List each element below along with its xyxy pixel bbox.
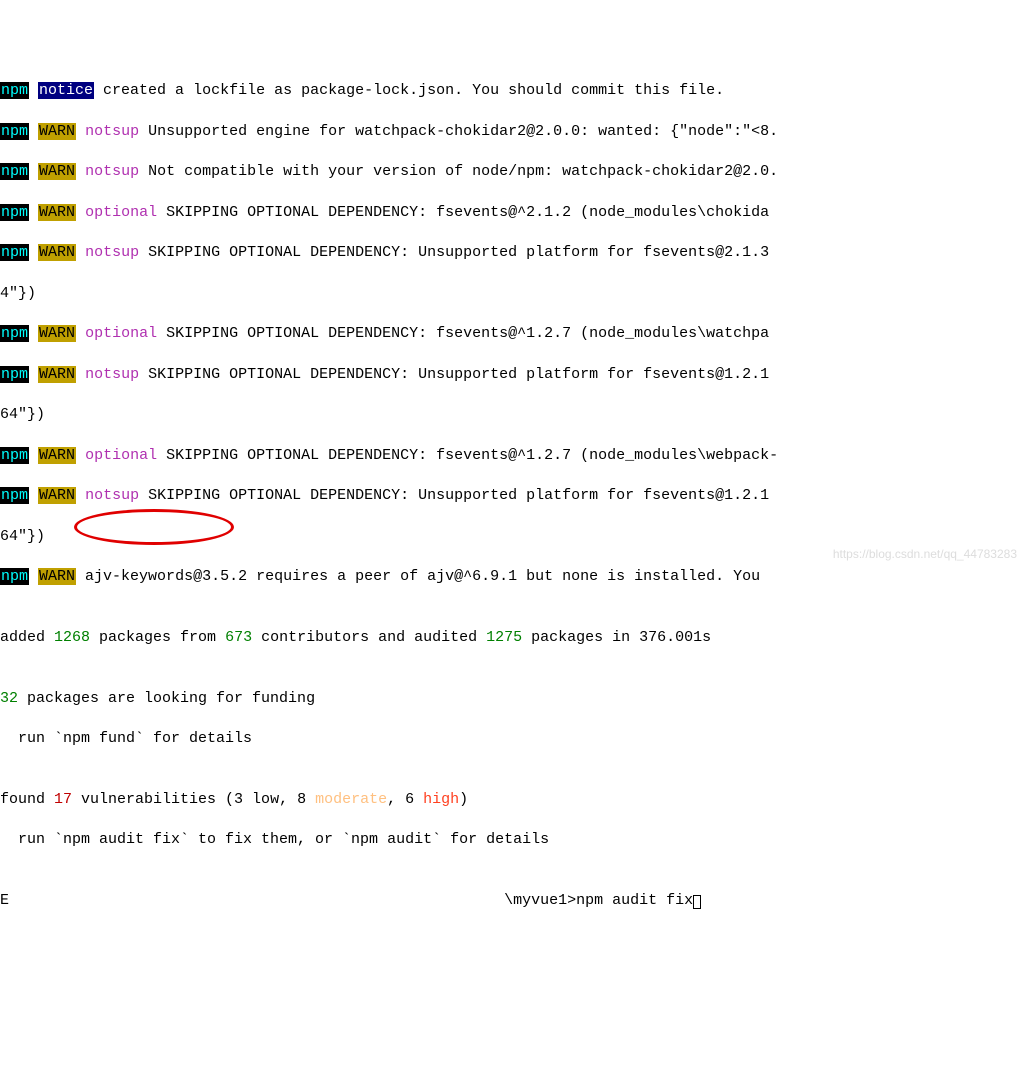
- line-warn-4: npm WARN notsup SKIPPING OPTIONAL DEPEND…: [0, 243, 1023, 263]
- cursor-icon: [693, 895, 701, 909]
- notice-tag: notice: [38, 82, 94, 99]
- text: packages from: [90, 629, 225, 646]
- npm-tag: npm: [0, 366, 29, 383]
- npm-tag: npm: [0, 325, 29, 342]
- count: 1268: [54, 629, 90, 646]
- line-wrap-3: 64"}): [0, 527, 1023, 547]
- warn-tag: WARN: [38, 123, 76, 140]
- line-notice: npm notice created a lockfile as package…: [0, 81, 1023, 101]
- text: ): [459, 791, 468, 808]
- optional-label: optional: [85, 325, 157, 342]
- moderate-label: moderate: [315, 791, 387, 808]
- text: Unsupported engine for watchpack-chokida…: [139, 123, 778, 140]
- npm-tag: npm: [0, 204, 29, 221]
- text: found: [0, 791, 54, 808]
- text: Not compatible with your version of node…: [139, 163, 778, 180]
- npm-tag: npm: [0, 82, 29, 99]
- vuln-count: 17: [54, 791, 72, 808]
- npm-tag: npm: [0, 487, 29, 504]
- notsup-label: notsup: [85, 244, 139, 261]
- text: , 6: [387, 791, 423, 808]
- text: SKIPPING OPTIONAL DEPENDENCY: Unsupporte…: [139, 366, 769, 383]
- line-warn-7: npm WARN optional SKIPPING OPTIONAL DEPE…: [0, 446, 1023, 466]
- prompt-text: \myvue1>npm audit fix: [504, 892, 693, 909]
- text: contributors and audited: [252, 629, 486, 646]
- line-warn-2: npm WARN notsup Not compatible with your…: [0, 162, 1023, 182]
- text: packages are looking for funding: [18, 690, 315, 707]
- text: SKIPPING OPTIONAL DEPENDENCY: fsevents@^…: [157, 447, 778, 464]
- optional-label: optional: [85, 447, 157, 464]
- line-wrap-2: 64"}): [0, 405, 1023, 425]
- warn-tag: WARN: [38, 447, 76, 464]
- text: ajv-keywords@3.5.2 requires a peer of aj…: [76, 568, 769, 585]
- warn-tag: WARN: [38, 487, 76, 504]
- line-warn-5: npm WARN optional SKIPPING OPTIONAL DEPE…: [0, 324, 1023, 344]
- text: vulnerabilities (3 low, 8: [72, 791, 315, 808]
- npm-tag: npm: [0, 244, 29, 261]
- hidden-path: [9, 892, 504, 909]
- line-warn-6: npm WARN notsup SKIPPING OPTIONAL DEPEND…: [0, 365, 1023, 385]
- text: created a lockfile as package-lock.json.…: [94, 82, 724, 99]
- vuln-line-2: run `npm audit fix` to fix them, or `npm…: [0, 830, 1023, 850]
- notsup-label: notsup: [85, 366, 139, 383]
- added-line: added 1268 packages from 673 contributor…: [0, 628, 1023, 648]
- notsup-label: notsup: [85, 487, 139, 504]
- count: 673: [225, 629, 252, 646]
- funding-line-2: run `npm fund` for details: [0, 729, 1023, 749]
- warn-tag: WARN: [38, 366, 76, 383]
- funding-line-1: 32 packages are looking for funding: [0, 689, 1023, 709]
- text: SKIPPING OPTIONAL DEPENDENCY: Unsupporte…: [139, 487, 769, 504]
- warn-tag: WARN: [38, 325, 76, 342]
- high-label: high: [423, 791, 459, 808]
- vuln-line-1: found 17 vulnerabilities (3 low, 8 moder…: [0, 790, 1023, 810]
- npm-tag: npm: [0, 447, 29, 464]
- notsup-label: notsup: [85, 163, 139, 180]
- text: SKIPPING OPTIONAL DEPENDENCY: fsevents@^…: [157, 204, 769, 221]
- line-warn-1: npm WARN notsup Unsupported engine for w…: [0, 122, 1023, 142]
- line-warn-9: npm WARN ajv-keywords@3.5.2 requires a p…: [0, 567, 1023, 587]
- text: SKIPPING OPTIONAL DEPENDENCY: Unsupporte…: [139, 244, 778, 261]
- warn-tag: WARN: [38, 244, 76, 261]
- warn-tag: WARN: [38, 163, 76, 180]
- line-wrap-1: 4"}): [0, 284, 1023, 304]
- optional-label: optional: [85, 204, 157, 221]
- count: 1275: [486, 629, 522, 646]
- line-warn-3: npm WARN optional SKIPPING OPTIONAL DEPE…: [0, 203, 1023, 223]
- warn-tag: WARN: [38, 204, 76, 221]
- drive-letter: E: [0, 892, 9, 909]
- watermark-text: https://blog.csdn.net/qq_44783283: [833, 546, 1017, 562]
- text: packages in 376.001s: [522, 629, 711, 646]
- prompt-line[interactable]: E \myvue1>npm audit fix: [0, 891, 1023, 911]
- npm-tag: npm: [0, 123, 29, 140]
- notsup-label: notsup: [85, 123, 139, 140]
- line-warn-8: npm WARN notsup SKIPPING OPTIONAL DEPEND…: [0, 486, 1023, 506]
- text: SKIPPING OPTIONAL DEPENDENCY: fsevents@^…: [157, 325, 769, 342]
- text: added: [0, 629, 54, 646]
- npm-tag: npm: [0, 568, 29, 585]
- npm-tag: npm: [0, 163, 29, 180]
- count: 32: [0, 690, 18, 707]
- warn-tag: WARN: [38, 568, 76, 585]
